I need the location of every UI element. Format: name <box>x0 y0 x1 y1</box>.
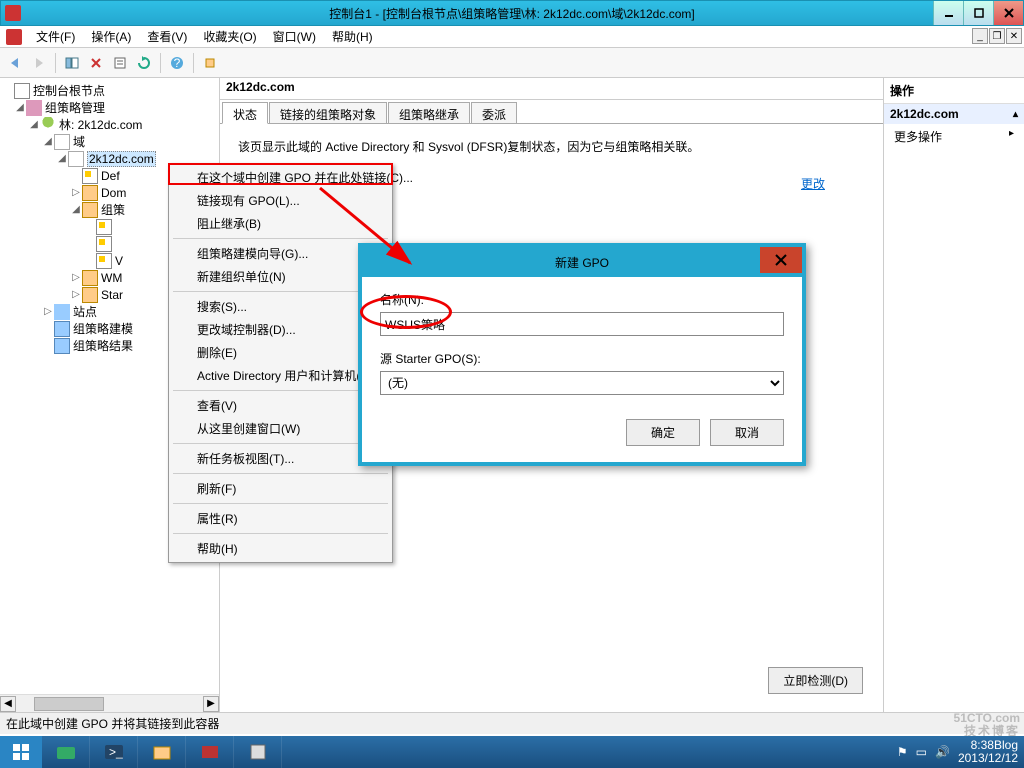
mdi-app-icon <box>6 29 22 45</box>
taskbar: >_ ⚑ ▭ 🔊 8:38Blog 2013/12/12 <box>0 736 1024 768</box>
actions-more[interactable]: 更多操作 ▸ <box>884 124 1024 149</box>
menu-view[interactable]: 查看(V) <box>141 26 193 47</box>
app-icon <box>5 5 21 21</box>
action-icon[interactable] <box>199 52 221 74</box>
svg-text:?: ? <box>174 56 181 70</box>
svg-text:>_: >_ <box>109 745 123 759</box>
cm-create-gpo-link[interactable]: 在这个域中创建 GPO 并在此处链接(C)... <box>171 166 390 189</box>
tray-blog: Blog <box>994 738 1018 752</box>
task-explorer[interactable] <box>138 736 186 768</box>
mdi-minimize[interactable]: _ <box>972 28 988 44</box>
tab-status[interactable]: 状态 <box>222 102 268 124</box>
window-title: 控制台1 - [控制台根节点\组策略管理\林: 2k12dc.com\域\2k1… <box>329 5 694 22</box>
cm-separator <box>173 503 388 504</box>
cm-help[interactable]: 帮助(H) <box>171 537 390 560</box>
status-text: 在此域中创建 GPO 并将其链接到此容器 <box>6 715 219 732</box>
task-powershell[interactable]: >_ <box>90 736 138 768</box>
new-gpo-dialog: 新建 GPO 名称(N): 源 Starter GPO(S): (无) 确定 取… <box>358 243 806 466</box>
task-app-1[interactable] <box>186 736 234 768</box>
task-server-manager[interactable] <box>42 736 90 768</box>
collapse-arrow-icon[interactable]: ▴ <box>1013 109 1018 120</box>
tree-root[interactable]: 控制台根节点 <box>0 82 219 99</box>
tray-volume-icon[interactable]: 🔊 <box>935 745 950 759</box>
window-controls <box>933 1 1023 25</box>
ok-button[interactable]: 确定 <box>626 419 700 446</box>
dialog-titlebar: 新建 GPO <box>362 247 802 277</box>
menu-window[interactable]: 窗口(W) <box>267 26 322 47</box>
actions-pane: 操作 2k12dc.com ▴ 更多操作 ▸ <box>884 78 1024 712</box>
cm-refresh[interactable]: 刷新(F) <box>171 477 390 500</box>
tree-domains[interactable]: ◢域 <box>0 133 219 150</box>
dialog-close-button[interactable] <box>760 247 802 273</box>
nav-forward-icon[interactable] <box>28 52 50 74</box>
cancel-button[interactable]: 取消 <box>710 419 784 446</box>
tab-delegation[interactable]: 委派 <box>471 102 517 123</box>
window-titlebar: 控制台1 - [控制台根节点\组策略管理\林: 2k12dc.com\域\2k1… <box>0 0 1024 26</box>
nav-back-icon[interactable] <box>4 52 26 74</box>
cm-block-inheritance[interactable]: 阻止继承(B) <box>171 212 390 235</box>
status-info-text: 该页显示此域的 Active Directory 和 Sysvol (DFSR)… <box>238 138 865 155</box>
system-tray[interactable]: ⚑ ▭ 🔊 8:38Blog 2013/12/12 <box>897 739 1024 765</box>
help-icon[interactable]: ? <box>166 52 188 74</box>
scroll-left-icon[interactable]: ◀ <box>0 696 16 712</box>
scroll-thumb[interactable] <box>34 697 104 711</box>
menu-file[interactable]: 文件(F) <box>30 26 81 47</box>
start-button[interactable] <box>0 736 42 768</box>
dialog-title: 新建 GPO <box>555 254 609 271</box>
tab-linked-gpo[interactable]: 链接的组策略对象 <box>269 102 387 123</box>
mdi-restore[interactable]: ❐ <box>989 28 1005 44</box>
cm-separator <box>173 533 388 534</box>
show-hide-tree-icon[interactable] <box>61 52 83 74</box>
tabs: 状态 链接的组策略对象 组策略继承 委派 <box>220 100 883 124</box>
cm-separator <box>173 238 388 239</box>
detect-now-button[interactable]: 立即检测(D) <box>768 667 863 694</box>
tree-horizontal-scrollbar[interactable]: ◀ ▶ <box>0 694 219 712</box>
source-starter-select[interactable]: (无) <box>380 371 784 395</box>
delete-icon[interactable] <box>85 52 107 74</box>
tray-network-icon[interactable]: ▭ <box>916 745 927 759</box>
tree-gpm[interactable]: ◢组策略管理 <box>0 99 219 116</box>
close-button[interactable] <box>993 1 1023 25</box>
actions-more-label: 更多操作 <box>894 128 942 145</box>
tray-flag-icon[interactable]: ⚑ <box>897 745 908 759</box>
cm-properties[interactable]: 属性(R) <box>171 507 390 530</box>
cm-link-existing-gpo[interactable]: 链接现有 GPO(L)... <box>171 189 390 212</box>
tray-time: 8:38 <box>971 738 994 752</box>
statusbar: 在此域中创建 GPO 并将其链接到此容器 <box>0 712 1024 734</box>
source-label: 源 Starter GPO(S): <box>380 350 784 367</box>
actions-header: 2k12dc.com ▴ <box>884 104 1024 124</box>
toolbar: ? <box>0 48 1024 78</box>
maximize-button[interactable] <box>963 1 993 25</box>
actions-title: 操作 <box>884 78 1024 104</box>
actions-header-label: 2k12dc.com <box>890 107 959 121</box>
cm-separator <box>173 291 388 292</box>
content-header: 2k12dc.com <box>220 78 883 100</box>
actions-more-arrow-icon: ▸ <box>1009 128 1014 145</box>
tree-domain-label: 2k12dc.com <box>87 151 156 167</box>
cm-separator <box>173 443 388 444</box>
gpo-name-input[interactable] <box>380 312 784 336</box>
cm-separator <box>173 390 388 391</box>
minimize-button[interactable] <box>933 1 963 25</box>
mdi-close[interactable]: ✕ <box>1006 28 1022 44</box>
tab-inheritance[interactable]: 组策略继承 <box>388 102 470 123</box>
name-label: 名称(N): <box>380 291 784 308</box>
menu-action[interactable]: 操作(A) <box>85 26 137 47</box>
tray-date: 2013/12/12 <box>958 752 1018 765</box>
menu-help[interactable]: 帮助(H) <box>326 26 379 47</box>
menu-favorites[interactable]: 收藏夹(O) <box>197 26 262 47</box>
menubar: 文件(F) 操作(A) 查看(V) 收藏夹(O) 窗口(W) 帮助(H) _ ❐… <box>0 26 1024 48</box>
cm-separator <box>173 473 388 474</box>
task-mmc[interactable] <box>234 736 282 768</box>
change-link[interactable]: 更改 <box>801 175 825 192</box>
scroll-right-icon[interactable]: ▶ <box>203 696 219 712</box>
tree-forest[interactable]: ◢林: 2k12dc.com <box>0 116 219 133</box>
properties-icon[interactable] <box>109 52 131 74</box>
refresh-icon[interactable] <box>133 52 155 74</box>
